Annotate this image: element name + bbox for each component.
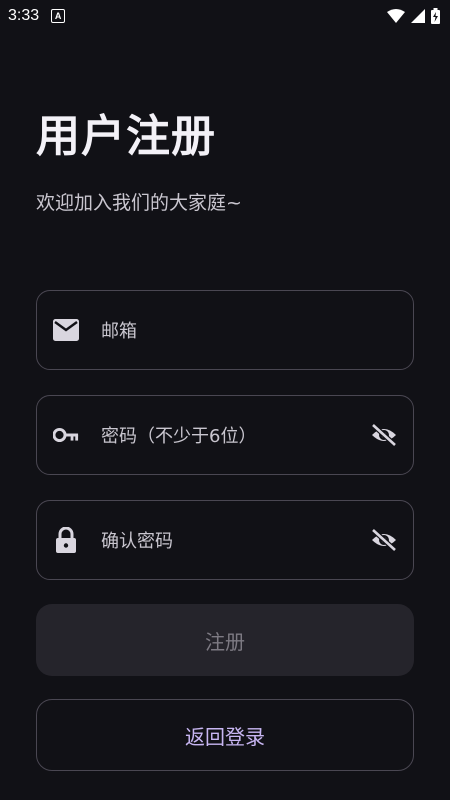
password-field[interactable]: 密码（不少于6位） [36,395,414,475]
cellular-signal-icon [411,9,425,23]
wifi-icon [387,9,405,23]
key-icon [53,422,79,448]
visibility-off-icon[interactable] [369,525,399,555]
email-field-label: 邮箱 [101,321,137,342]
email-icon [53,317,79,343]
battery-charging-icon [431,8,440,24]
confirm-password-field[interactable]: 确认密码 [36,500,414,580]
status-right [387,8,440,24]
status-left: 3:33 A [8,7,66,25]
status-bar: 3:33 A [0,0,450,32]
notification-a-icon: A [51,9,66,23]
status-time: 3:33 [8,7,40,24]
lock-icon [53,527,79,553]
page-subtitle: 欢迎加入我们的大家庭~ [36,192,242,214]
password-field-label: 密码（不少于6位） [101,426,257,447]
confirm-password-field-label: 确认密码 [101,531,173,552]
back-to-login-button[interactable]: 返回登录 [36,699,414,771]
page-title: 用户注册 [36,111,216,162]
email-field[interactable]: 邮箱 [36,290,414,370]
register-button[interactable]: 注册 [36,604,414,676]
visibility-off-icon[interactable] [369,420,399,450]
